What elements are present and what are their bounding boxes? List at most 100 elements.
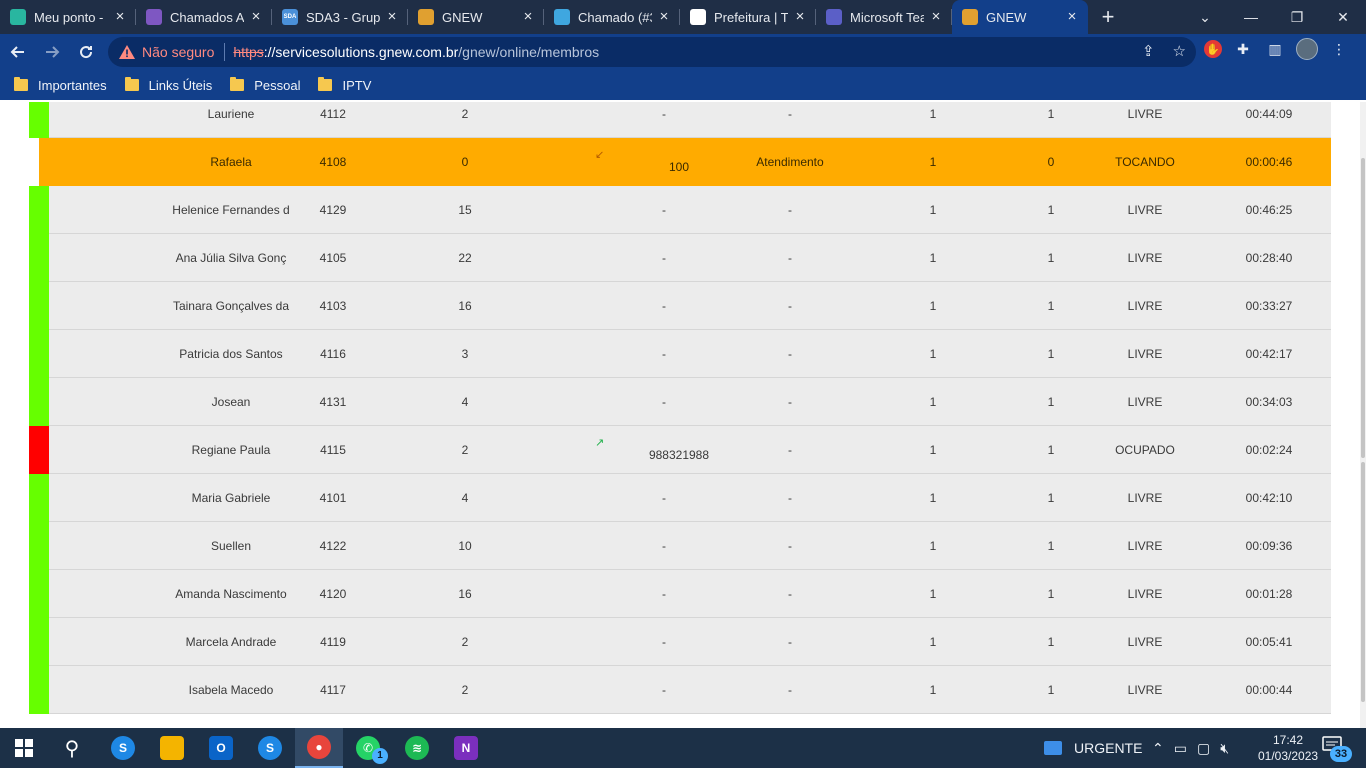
member-extension: 4119 — [320, 635, 346, 649]
minimize-button[interactable]: — — [1228, 0, 1274, 34]
member-time: 00:44:09 — [1245, 107, 1293, 121]
restore-button[interactable]: ❐ — [1274, 0, 1320, 34]
browser-tab[interactable]: Chamados Ab × — [136, 0, 272, 34]
tab-close-icon[interactable]: × — [384, 9, 400, 25]
check-icon — [10, 9, 26, 25]
scrollbar-thumb[interactable] — [1361, 158, 1365, 458]
back-button[interactable] — [2, 36, 34, 68]
browser-tab[interactable]: SDA SDA3 - Grupo × — [272, 0, 408, 34]
taskbar-app[interactable]: ● — [295, 728, 343, 768]
address-bar[interactable]: Não seguro https://servicesolutions.gnew… — [108, 37, 1196, 67]
table-row[interactable]: Isabela Macedo 4117 2-1 1 LIVRE 00:00:44- — [29, 666, 1331, 714]
taskbar-app[interactable] — [148, 728, 196, 768]
table-row[interactable]: Suellen 4122 10-1 1 LIVRE 00:09:36- — [29, 522, 1331, 570]
browser-tab[interactable]: Microsoft Tea × — [816, 0, 952, 34]
members-table: Lauriene 4112 2-1 1 LIVRE 00:44:09- Rafaela 410… — [29, 102, 1331, 714]
member-state: TOCANDO — [1115, 155, 1175, 169]
browser-tab[interactable]: GNEW × — [952, 0, 1088, 34]
status-indicator — [29, 522, 49, 570]
status-indicator — [29, 102, 49, 138]
bookmark-folder[interactable]: Links Úteis — [124, 77, 212, 93]
bookmark-star-icon[interactable]: ☆ — [1173, 42, 1186, 60]
windows-taskbar: ⚲ S O S ● ✆ 1 ≋ N URGENTE ⌃ ▭ ▢ 🔇︎ 17:42 01/03/2… — [0, 728, 1366, 768]
member-col-b: 1 — [1047, 251, 1055, 265]
status-indicator — [29, 138, 39, 186]
member-state: LIVRE — [1127, 251, 1163, 265]
table-row[interactable]: Maria Gabriele 4101 4-1 1 LIVRE 00:42:10- — [29, 474, 1331, 522]
news-widget-icon — [1044, 741, 1062, 755]
skype-icon: S — [111, 736, 135, 760]
close-window-button[interactable]: ✕ — [1320, 0, 1366, 34]
member-call-count: 2 — [461, 683, 469, 697]
taskbar-clock[interactable]: 17:42 01/03/2023 — [1258, 732, 1318, 764]
extensions-puzzle-icon[interactable]: ✚ — [1232, 38, 1254, 60]
tab-search-chevron-icon[interactable]: ⌄ — [1182, 0, 1228, 34]
security-label[interactable]: Não seguro — [142, 44, 214, 60]
urgent-widget[interactable]: URGENTE — [1044, 728, 1142, 768]
browser-tab[interactable]: Chamado (#3 × — [544, 0, 680, 34]
tab-close-icon[interactable]: × — [928, 9, 944, 25]
table-row[interactable]: Josean 4131 4-1 1 LIVRE 00:34:03- — [29, 378, 1331, 426]
taskbar-app[interactable]: S — [99, 728, 147, 768]
scrollbar-thumb-lower[interactable] — [1361, 462, 1365, 702]
sda-logo-icon: SDA — [282, 9, 298, 25]
share-icon[interactable]: ⇪ — [1142, 42, 1155, 60]
table-row[interactable]: Lauriene 4112 2-1 1 LIVRE 00:44:09- — [29, 102, 1331, 138]
bookmark-folder[interactable]: IPTV — [318, 77, 371, 93]
table-row[interactable]: Tainara Gonçalves da 4103 16-1 1 LIVRE 00:33:… — [29, 282, 1331, 330]
taskbar-app[interactable]: ✆ 1 — [344, 728, 392, 768]
table-row[interactable]: Regiane Paula 4115 2-1 1 OCUPADO 00:02:24 ↗ 988… — [29, 426, 1331, 474]
taskbar-app[interactable]: S — [246, 728, 294, 768]
table-row[interactable]: Marcela Andrade 4119 2-1 1 LIVRE 00:05:41- — [29, 618, 1331, 666]
tray-chevron-icon[interactable]: ⌃ — [1152, 740, 1164, 757]
outgoing-call-icon: ↗ — [595, 436, 605, 449]
member-time: 00:34:03 — [1245, 395, 1293, 409]
side-panel-icon[interactable]: ▥ — [1264, 38, 1286, 60]
browser-tab[interactable]: Prefeitura | Tr × — [680, 0, 816, 34]
taskbar-app[interactable]: ⚲ — [48, 728, 96, 768]
table-row[interactable]: Amanda Nascimento 4120 16-1 1 LIVRE 00:01:28- — [29, 570, 1331, 618]
table-row[interactable]: Patricia dos Santos 4116 3-1 1 LIVRE 00:42:17… — [29, 330, 1331, 378]
rocket-icon — [146, 9, 162, 25]
urgent-label: URGENTE — [1074, 740, 1143, 756]
browser-menu-icon[interactable]: ⋮ — [1328, 38, 1350, 60]
member-col-b: 1 — [1047, 491, 1055, 505]
member-number-value: 988321988 — [648, 447, 710, 462]
browser-tab[interactable]: Meu ponto - × — [0, 0, 136, 34]
network-icon[interactable]: ▭ — [1174, 740, 1187, 757]
table-row[interactable]: Rafaela 4108 0 Atendimento 1 0 TOCANDO 00:00:46… — [29, 138, 1331, 186]
stop-extension-icon[interactable]: ✋ — [1204, 40, 1222, 58]
status-indicator — [29, 666, 49, 714]
bookmark-folder[interactable]: Importantes — [14, 77, 107, 93]
tab-close-icon[interactable]: × — [112, 9, 128, 25]
member-col-a: 1 — [929, 587, 937, 601]
bookmark-folder[interactable]: Pessoal — [230, 77, 300, 93]
display-icon[interactable]: ▢ — [1197, 740, 1210, 757]
tab-close-icon[interactable]: × — [656, 9, 672, 25]
forward-button[interactable] — [36, 36, 68, 68]
browser-tab-strip: Meu ponto - × Chamados Ab × SDA SDA3 - Grupo… — [0, 0, 1366, 34]
table-row[interactable]: Helenice Fernandes d 4129 15-1 1 LIVRE 00:46:… — [29, 186, 1331, 234]
table-row[interactable]: Ana Júlia Silva Gonç 4105 22-1 1 LIVRE 00:28:… — [29, 234, 1331, 282]
taskbar-app[interactable]: O — [197, 728, 245, 768]
reload-button[interactable] — [70, 36, 102, 68]
member-queue: - — [788, 587, 792, 601]
member-col-a: 1 — [929, 203, 937, 217]
member-time: 00:42:10 — [1245, 491, 1293, 505]
profile-avatar[interactable] — [1296, 38, 1318, 60]
member-state: LIVRE — [1127, 683, 1163, 697]
member-number: - — [662, 683, 666, 697]
member-call-count: 22 — [458, 251, 472, 265]
tab-close-icon[interactable]: × — [1064, 9, 1080, 25]
taskbar-app[interactable]: ≋ — [393, 728, 441, 768]
member-col-b: 1 — [1047, 635, 1055, 649]
taskbar-app[interactable]: N — [442, 728, 490, 768]
new-tab-button[interactable]: + — [1088, 0, 1128, 34]
volume-muted-icon[interactable]: 🔇︎ — [1220, 740, 1229, 757]
start-button[interactable] — [0, 728, 48, 768]
tab-close-icon[interactable]: × — [520, 9, 536, 25]
browser-tab[interactable]: GNEW × — [408, 0, 544, 34]
member-queue: - — [788, 251, 792, 265]
tab-close-icon[interactable]: × — [248, 9, 264, 25]
tab-close-icon[interactable]: × — [792, 9, 808, 25]
